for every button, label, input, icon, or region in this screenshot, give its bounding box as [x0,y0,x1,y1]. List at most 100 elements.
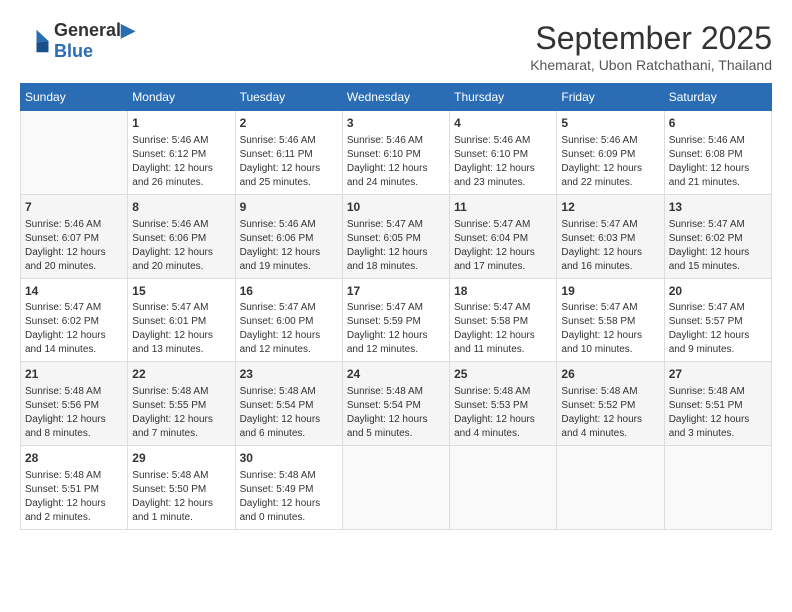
day-cell: 17Sunrise: 5:47 AM Sunset: 5:59 PM Dayli… [342,278,449,362]
col-header-wednesday: Wednesday [342,84,449,111]
day-number: 19 [561,283,659,300]
day-info: Sunrise: 5:46 AM Sunset: 6:12 PM Dayligh… [132,134,230,190]
day-info: Sunrise: 5:48 AM Sunset: 5:56 PM Dayligh… [25,385,123,441]
day-number: 20 [669,283,767,300]
day-cell: 16Sunrise: 5:47 AM Sunset: 6:00 PM Dayli… [235,278,342,362]
day-cell: 24 Sunrise: 5:48 AM Sunset: 5:54 PM Dayli… [342,362,449,446]
day-info: Sunrise: 5:47 AM Sunset: 5:59 PM Dayligh… [347,301,445,357]
col-header-tuesday: Tuesday [235,84,342,111]
day-cell: 15Sunrise: 5:47 AM Sunset: 6:01 PM Dayli… [128,278,235,362]
day-info: Sunrise: 5:47 AM Sunset: 5:58 PM Dayligh… [454,301,552,357]
day-info: Sunrise: 5:48 AM Sunset: 5:51 PM Dayligh… [669,385,767,441]
day-info: Sunrise: 5:47 AM Sunset: 5:58 PM Dayligh… [561,301,659,357]
day-number: 27 [669,366,767,383]
day-cell: 11 Sunrise: 5:47 AM Sunset: 6:04 PM Dayli… [450,194,557,278]
day-cell [342,446,449,530]
day-cell [557,446,664,530]
day-info: Sunrise: 5:46 AM Sunset: 6:10 PM Dayligh… [454,134,552,190]
col-header-friday: Friday [557,84,664,111]
col-header-monday: Monday [128,84,235,111]
col-header-sunday: Sunday [21,84,128,111]
day-number: 13 [669,199,767,216]
day-info: Sunrise: 5:48 AM Sunset: 5:50 PM Dayligh… [132,469,230,525]
day-number: 6 [669,115,767,132]
day-info: Sunrise: 5:46 AM Sunset: 6:08 PM Dayligh… [669,134,767,190]
day-number: 15 [132,283,230,300]
day-number: 22 [132,366,230,383]
logo-text: General▶ Blue [54,20,135,62]
day-number: 25 [454,366,552,383]
day-number: 3 [347,115,445,132]
day-cell: 13 Sunrise: 5:47 AM Sunset: 6:02 PM Dayli… [664,194,771,278]
day-cell: 20Sunrise: 5:47 AM Sunset: 5:57 PM Dayli… [664,278,771,362]
day-info: Sunrise: 5:47 AM Sunset: 6:05 PM Dayligh… [347,218,445,274]
day-info: Sunrise: 5:47 AM Sunset: 6:03 PM Dayligh… [561,218,659,274]
day-cell: 1 Sunrise: 5:46 AM Sunset: 6:12 PM Daylig… [128,111,235,195]
week-row-2: 7 Sunrise: 5:46 AM Sunset: 6:07 PM Daylig… [21,194,772,278]
week-row-3: 14Sunrise: 5:47 AM Sunset: 6:02 PM Dayli… [21,278,772,362]
day-cell: 6 Sunrise: 5:46 AM Sunset: 6:08 PM Daylig… [664,111,771,195]
week-row-5: 28Sunrise: 5:48 AM Sunset: 5:51 PM Dayli… [21,446,772,530]
day-info: Sunrise: 5:48 AM Sunset: 5:53 PM Dayligh… [454,385,552,441]
day-number: 14 [25,283,123,300]
day-number: 2 [240,115,338,132]
day-info: Sunrise: 5:48 AM Sunset: 5:54 PM Dayligh… [347,385,445,441]
day-info: Sunrise: 5:47 AM Sunset: 5:57 PM Dayligh… [669,301,767,357]
day-number: 23 [240,366,338,383]
day-number: 12 [561,199,659,216]
week-row-1: 1 Sunrise: 5:46 AM Sunset: 6:12 PM Daylig… [21,111,772,195]
day-number: 16 [240,283,338,300]
day-number: 1 [132,115,230,132]
day-cell: 22 Sunrise: 5:48 AM Sunset: 5:55 PM Dayli… [128,362,235,446]
day-number: 17 [347,283,445,300]
week-row-4: 21 Sunrise: 5:48 AM Sunset: 5:56 PM Dayli… [21,362,772,446]
header-row: SundayMondayTuesdayWednesdayThursdayFrid… [21,84,772,111]
col-header-saturday: Saturday [664,84,771,111]
day-info: Sunrise: 5:46 AM Sunset: 6:11 PM Dayligh… [240,134,338,190]
day-info: Sunrise: 5:48 AM Sunset: 5:51 PM Dayligh… [25,469,123,525]
calendar-table: SundayMondayTuesdayWednesdayThursdayFrid… [20,83,772,530]
day-cell: 28Sunrise: 5:48 AM Sunset: 5:51 PM Dayli… [21,446,128,530]
day-info: Sunrise: 5:46 AM Sunset: 6:07 PM Dayligh… [25,218,123,274]
day-cell: 9Sunrise: 5:46 AM Sunset: 6:06 PM Daylig… [235,194,342,278]
day-number: 5 [561,115,659,132]
day-number: 10 [347,199,445,216]
day-cell: 27 Sunrise: 5:48 AM Sunset: 5:51 PM Dayli… [664,362,771,446]
day-number: 26 [561,366,659,383]
day-info: Sunrise: 5:46 AM Sunset: 6:09 PM Dayligh… [561,134,659,190]
day-cell: 18Sunrise: 5:47 AM Sunset: 5:58 PM Dayli… [450,278,557,362]
day-cell: 4 Sunrise: 5:46 AM Sunset: 6:10 PM Daylig… [450,111,557,195]
day-number: 24 [347,366,445,383]
day-cell: 14Sunrise: 5:47 AM Sunset: 6:02 PM Dayli… [21,278,128,362]
day-info: Sunrise: 5:48 AM Sunset: 5:54 PM Dayligh… [240,385,338,441]
day-cell: 21 Sunrise: 5:48 AM Sunset: 5:56 PM Dayli… [21,362,128,446]
day-cell: 5 Sunrise: 5:46 AM Sunset: 6:09 PM Daylig… [557,111,664,195]
location-title: Khemarat, Ubon Ratchathani, Thailand [530,57,772,73]
day-number: 4 [454,115,552,132]
day-cell: 7 Sunrise: 5:46 AM Sunset: 6:07 PM Daylig… [21,194,128,278]
col-header-thursday: Thursday [450,84,557,111]
day-number: 7 [25,199,123,216]
day-info: Sunrise: 5:47 AM Sunset: 6:02 PM Dayligh… [25,301,123,357]
day-number: 9 [240,199,338,216]
day-number: 30 [240,450,338,467]
day-cell [450,446,557,530]
month-title: September 2025 [530,20,772,57]
day-info: Sunrise: 5:46 AM Sunset: 6:10 PM Dayligh… [347,134,445,190]
day-cell: 12 Sunrise: 5:47 AM Sunset: 6:03 PM Dayli… [557,194,664,278]
day-info: Sunrise: 5:48 AM Sunset: 5:49 PM Dayligh… [240,469,338,525]
day-cell: 8Sunrise: 5:46 AM Sunset: 6:06 PM Daylig… [128,194,235,278]
day-cell [21,111,128,195]
day-cell: 30 Sunrise: 5:48 AM Sunset: 5:49 PM Dayli… [235,446,342,530]
day-info: Sunrise: 5:48 AM Sunset: 5:55 PM Dayligh… [132,385,230,441]
day-info: Sunrise: 5:47 AM Sunset: 6:02 PM Dayligh… [669,218,767,274]
day-number: 21 [25,366,123,383]
day-info: Sunrise: 5:47 AM Sunset: 6:04 PM Dayligh… [454,218,552,274]
day-number: 11 [454,199,552,216]
day-cell [664,446,771,530]
day-cell: 3 Sunrise: 5:46 AM Sunset: 6:10 PM Daylig… [342,111,449,195]
day-number: 8 [132,199,230,216]
day-info: Sunrise: 5:47 AM Sunset: 6:00 PM Dayligh… [240,301,338,357]
day-info: Sunrise: 5:47 AM Sunset: 6:01 PM Dayligh… [132,301,230,357]
day-cell: 26Sunrise: 5:48 AM Sunset: 5:52 PM Dayli… [557,362,664,446]
